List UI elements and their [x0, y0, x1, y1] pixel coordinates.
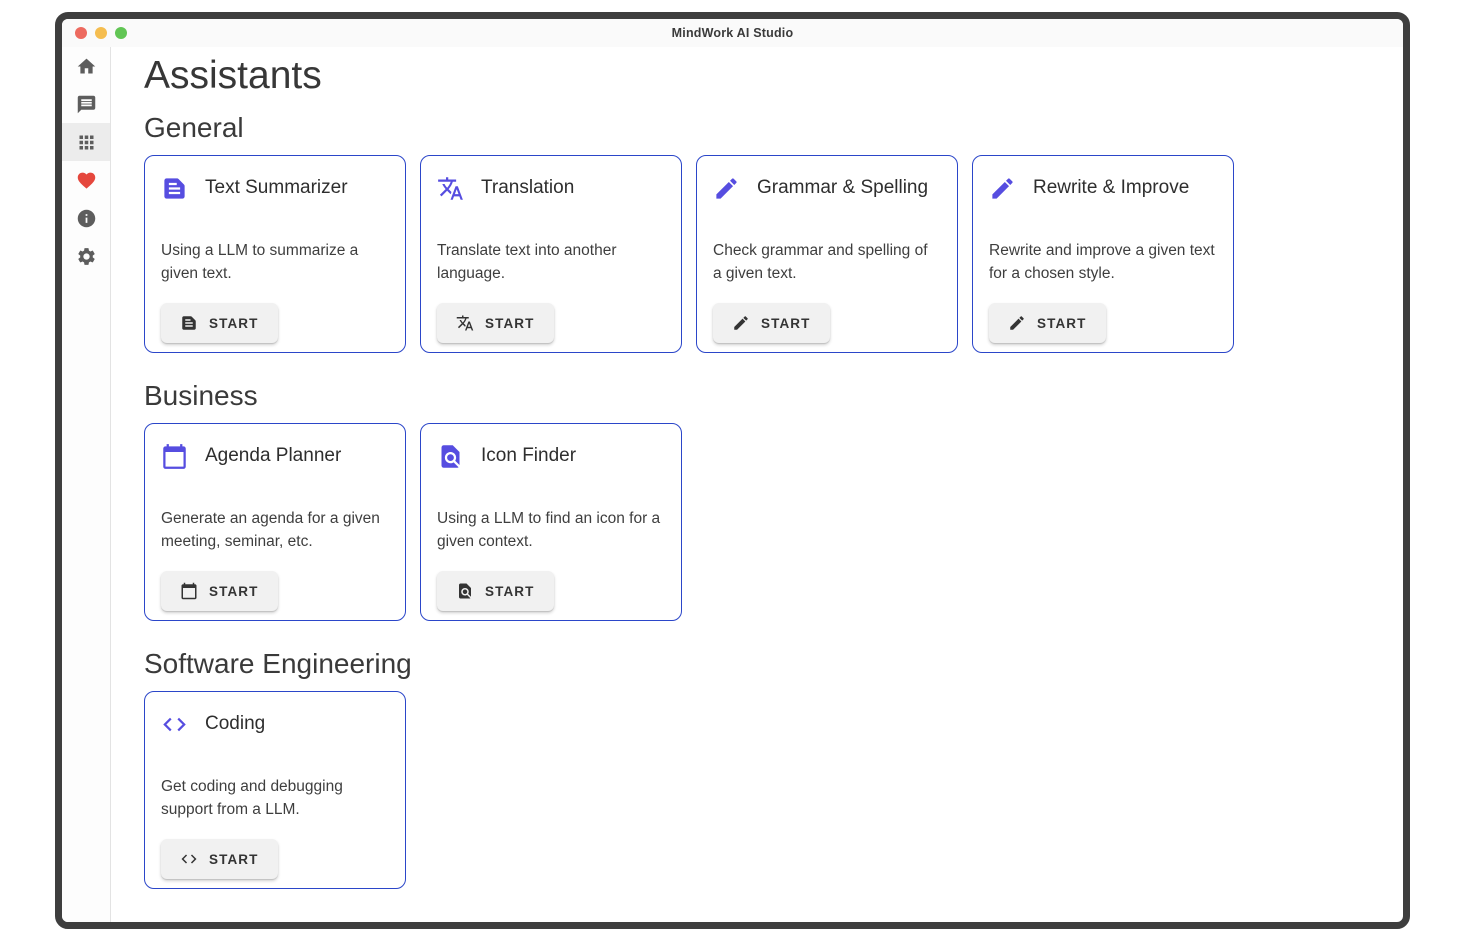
card-row: Agenda Planner Generate an agenda for a g… [144, 423, 1383, 621]
minimize-button[interactable] [95, 27, 107, 39]
heart-icon [76, 170, 97, 191]
traffic-lights [75, 27, 127, 39]
start-button[interactable]: START [161, 571, 278, 611]
text-snippet-icon [180, 314, 198, 332]
titlebar: MindWork AI Studio [62, 19, 1403, 47]
window-content: Assistants General Text Summarizer Using a… [62, 47, 1403, 922]
calendar-icon [180, 582, 198, 600]
card-header: Grammar & Spelling [713, 173, 941, 203]
card-description: Using a LLM to find an icon for a given … [437, 507, 665, 553]
assistant-card: Rewrite & Improve Rewrite and improve a g… [972, 155, 1234, 353]
start-button[interactable]: START [161, 303, 278, 343]
sidebar-item-chats[interactable] [62, 85, 110, 123]
card-title: Agenda Planner [205, 445, 341, 467]
find-in-page-icon [437, 443, 464, 470]
card-header: Translation [437, 173, 665, 203]
sidebar [62, 47, 111, 922]
card-description: Translate text into another language. [437, 239, 665, 285]
card-header: Agenda Planner [161, 441, 389, 471]
sidebar-item-assistants[interactable] [62, 123, 110, 161]
start-button-label: START [209, 584, 259, 599]
close-button[interactable] [75, 27, 87, 39]
section-heading: General [144, 111, 1383, 144]
find-in-page-icon [456, 582, 474, 600]
card-header: Text Summarizer [161, 173, 389, 203]
assistant-card: Translation Translate text into another l… [420, 155, 682, 353]
gear-icon [76, 246, 97, 267]
card-header: Rewrite & Improve [989, 173, 1217, 203]
start-button-label: START [485, 316, 535, 331]
translate-icon [456, 314, 474, 332]
pencil-icon [713, 175, 740, 202]
card-row: Text Summarizer Using a LLM to summarize … [144, 155, 1383, 353]
page-title: Assistants [144, 53, 1383, 99]
card-description: Rewrite and improve a given text for a c… [989, 239, 1217, 285]
card-description: Get coding and debugging support from a … [161, 775, 389, 821]
translate-icon [437, 175, 464, 202]
sidebar-item-about[interactable] [62, 199, 110, 237]
start-button-label: START [209, 316, 259, 331]
assistant-card: Text Summarizer Using a LLM to summarize … [144, 155, 406, 353]
card-title: Icon Finder [481, 445, 576, 467]
chat-bubble-icon [76, 94, 97, 115]
start-button-label: START [761, 316, 811, 331]
text-snippet-icon [161, 175, 188, 202]
section: Business Agenda Planner Generate an agenda… [144, 379, 1383, 621]
section-heading: Business [144, 379, 1383, 412]
card-title: Text Summarizer [205, 177, 348, 199]
window-title: MindWork AI Studio [672, 26, 794, 40]
sections: General Text Summarizer Using a LLM to sum… [144, 111, 1383, 889]
sidebar-item-supporters[interactable] [62, 161, 110, 199]
start-button-label: START [209, 852, 259, 867]
assistant-card: Coding Get coding and debugging support f… [144, 691, 406, 889]
section: Software Engineering Coding Get coding and… [144, 647, 1383, 889]
info-icon [76, 208, 97, 229]
zoom-button[interactable] [115, 27, 127, 39]
section-heading: Software Engineering [144, 647, 1383, 680]
card-description: Check grammar and spelling of a given te… [713, 239, 941, 285]
pencil-icon [989, 175, 1016, 202]
start-button-label: START [485, 584, 535, 599]
start-button[interactable]: START [437, 571, 554, 611]
start-button-label: START [1037, 316, 1087, 331]
start-button[interactable]: START [437, 303, 554, 343]
card-header: Icon Finder [437, 441, 665, 471]
code-icon [180, 850, 198, 868]
card-header: Coding [161, 709, 389, 739]
card-description: Using a LLM to summarize a given text. [161, 239, 389, 285]
sidebar-item-settings[interactable] [62, 237, 110, 275]
calendar-icon [161, 443, 188, 470]
assistant-card: Icon Finder Using a LLM to find an icon f… [420, 423, 682, 621]
card-title: Coding [205, 713, 265, 735]
section: General Text Summarizer Using a LLM to sum… [144, 111, 1383, 353]
app-window: MindWork AI Studio Assistants General Tex… [55, 12, 1410, 929]
pencil-icon [732, 314, 750, 332]
main-area: Assistants General Text Summarizer Using a… [111, 47, 1403, 922]
sidebar-item-home[interactable] [62, 47, 110, 85]
card-title: Rewrite & Improve [1033, 177, 1189, 199]
code-icon [161, 711, 188, 738]
apps-grid-icon [76, 132, 97, 153]
home-icon [76, 56, 97, 77]
card-title: Translation [481, 177, 574, 199]
card-row: Coding Get coding and debugging support f… [144, 691, 1383, 889]
card-title: Grammar & Spelling [757, 177, 928, 199]
start-button[interactable]: START [161, 839, 278, 879]
assistant-card: Grammar & Spelling Check grammar and spel… [696, 155, 958, 353]
card-description: Generate an agenda for a given meeting, … [161, 507, 389, 553]
start-button[interactable]: START [713, 303, 830, 343]
start-button[interactable]: START [989, 303, 1106, 343]
assistant-card: Agenda Planner Generate an agenda for a g… [144, 423, 406, 621]
pencil-icon [1008, 314, 1026, 332]
